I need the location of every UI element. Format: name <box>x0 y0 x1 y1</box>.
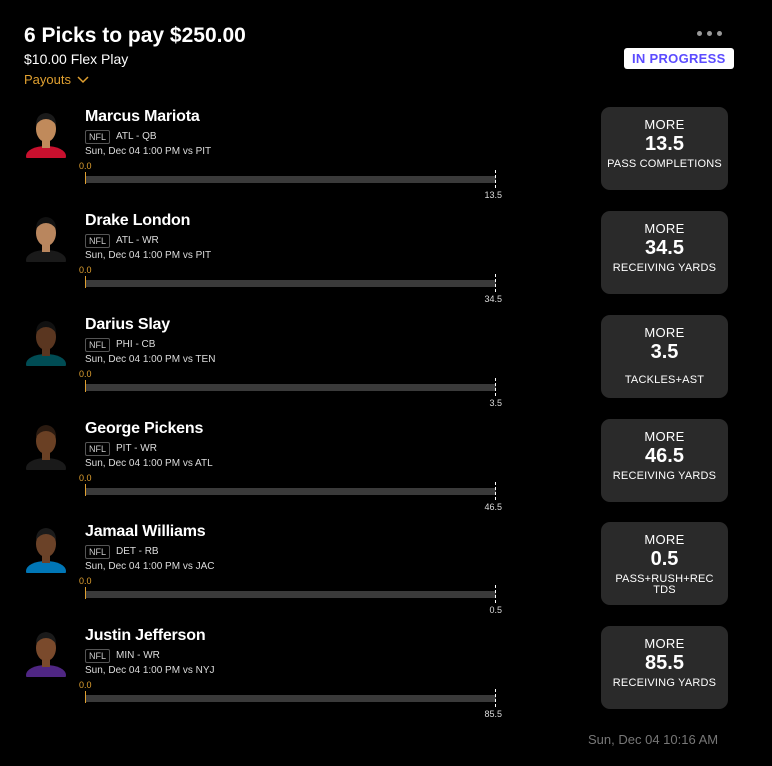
progress-bar <box>86 384 496 391</box>
player-name: Marcus Mariota <box>85 108 200 125</box>
pick-card[interactable]: MORE 0.5 PASS+RUSH+REC TDS <box>601 522 728 605</box>
player-name: Jamaal Williams <box>85 523 206 540</box>
progress-bar <box>86 591 496 598</box>
pick-card[interactable]: MORE 34.5 RECEIVING YARDS <box>601 211 728 294</box>
progress-current: 0.0 <box>79 161 92 171</box>
pick-direction: MORE <box>644 221 685 236</box>
pick-stat: RECEIVING YARDS <box>612 470 717 482</box>
progress-target: 3.5 <box>489 398 502 408</box>
line-marker <box>495 482 496 500</box>
pick-row: Jamaal Williams NFL DET - RB Sun, Dec 04… <box>0 522 772 619</box>
pick-direction: MORE <box>644 325 685 340</box>
progress-marker <box>85 691 86 703</box>
line-marker <box>495 378 496 396</box>
progress-target: 0.5 <box>489 605 502 615</box>
status-badge: IN PROGRESS <box>624 48 734 69</box>
pick-line: 0.5 <box>650 548 679 570</box>
game-time: Sun, Dec 04 1:00 PM vs ATL <box>85 458 213 469</box>
team-position: DET - RB <box>116 546 159 557</box>
player-avatar <box>24 212 68 262</box>
pick-stat: PASS COMPLETIONS <box>607 158 722 170</box>
pick-row: Justin Jefferson NFL MIN - WR Sun, Dec 0… <box>0 626 772 723</box>
team-position: ATL - QB <box>116 131 157 142</box>
progress-marker <box>85 172 86 184</box>
pick-direction: MORE <box>644 429 685 444</box>
league-tag: NFL <box>85 649 111 663</box>
game-time: Sun, Dec 04 1:00 PM vs NYJ <box>85 665 215 676</box>
player-name: Drake London <box>85 212 191 229</box>
team-position: MIN - WR <box>116 650 160 661</box>
progress-bar <box>86 488 496 495</box>
player-name: Darius Slay <box>85 316 170 333</box>
player-name: George Pickens <box>85 420 204 437</box>
player-avatar <box>24 420 68 470</box>
line-marker <box>495 170 496 188</box>
progress-bar <box>86 176 496 183</box>
player-name: Justin Jefferson <box>85 627 206 644</box>
player-avatar <box>24 108 68 158</box>
progress-current: 0.0 <box>79 680 92 690</box>
pick-direction: MORE <box>644 636 685 651</box>
pick-card[interactable]: MORE 3.5 TACKLES+AST <box>601 315 728 398</box>
slip-subtitle: $10.00 Flex Play <box>24 51 129 67</box>
pick-line: 46.5 <box>645 445 684 467</box>
pick-stat: PASS+RUSH+REC TDS <box>615 573 714 596</box>
league-tag: NFL <box>85 234 111 248</box>
progress-bar <box>86 695 496 702</box>
pick-stat: RECEIVING YARDS <box>612 262 717 274</box>
progress-current: 0.0 <box>79 576 92 586</box>
slip-title: 6 Picks to pay $250.00 <box>24 24 246 47</box>
pick-stat: TACKLES+AST <box>624 374 705 386</box>
payouts-toggle[interactable]: Payouts <box>24 72 89 87</box>
progress-marker <box>85 380 86 392</box>
pick-direction: MORE <box>644 117 685 132</box>
pick-row: Darius Slay NFL PHI - CB Sun, Dec 04 1:0… <box>0 315 772 412</box>
pick-line: 3.5 <box>650 341 679 363</box>
pick-line: 13.5 <box>645 133 684 155</box>
game-time: Sun, Dec 04 1:00 PM vs PIT <box>85 146 212 157</box>
pick-card[interactable]: MORE 46.5 RECEIVING YARDS <box>601 419 728 502</box>
team-position: PIT - WR <box>116 443 157 454</box>
player-avatar <box>24 627 68 677</box>
progress-bar <box>86 280 496 287</box>
line-marker <box>495 274 496 292</box>
progress-target: 85.5 <box>484 709 502 719</box>
game-time: Sun, Dec 04 1:00 PM vs PIT <box>85 250 212 261</box>
progress-current: 0.0 <box>79 265 92 275</box>
progress-target: 46.5 <box>484 502 502 512</box>
player-avatar <box>24 523 68 573</box>
game-time: Sun, Dec 04 1:00 PM vs JAC <box>85 561 215 572</box>
progress-marker <box>85 484 86 496</box>
pick-card[interactable]: MORE 85.5 RECEIVING YARDS <box>601 626 728 709</box>
league-tag: NFL <box>85 442 111 456</box>
progress-marker <box>85 587 86 599</box>
pick-stat: RECEIVING YARDS <box>612 677 717 689</box>
pick-direction: MORE <box>644 532 685 547</box>
league-tag: NFL <box>85 338 111 352</box>
payouts-label: Payouts <box>24 72 71 87</box>
pick-row: Drake London NFL ATL - WR Sun, Dec 04 1:… <box>0 211 772 308</box>
league-tag: NFL <box>85 130 111 144</box>
slip-timestamp: Sun, Dec 04 10:16 AM <box>588 732 719 747</box>
pick-card[interactable]: MORE 13.5 PASS COMPLETIONS <box>601 107 728 190</box>
pick-row: Marcus Mariota NFL ATL - QB Sun, Dec 04 … <box>0 107 772 204</box>
team-position: PHI - CB <box>116 339 156 350</box>
pick-line: 85.5 <box>645 652 684 674</box>
line-marker <box>495 689 496 707</box>
more-options-icon[interactable] <box>697 26 731 40</box>
progress-current: 0.0 <box>79 369 92 379</box>
progress-current: 0.0 <box>79 473 92 483</box>
slip-header: 6 Picks to pay $250.00 $10.00 Flex Play … <box>24 24 744 94</box>
league-tag: NFL <box>85 545 111 559</box>
game-time: Sun, Dec 04 1:00 PM vs TEN <box>85 354 216 365</box>
progress-marker <box>85 276 86 288</box>
line-marker <box>495 585 496 603</box>
player-avatar <box>24 316 68 366</box>
team-position: ATL - WR <box>116 235 159 246</box>
chevron-down-icon <box>77 75 89 83</box>
pick-line: 34.5 <box>645 237 684 259</box>
progress-target: 34.5 <box>484 294 502 304</box>
progress-target: 13.5 <box>484 190 502 200</box>
pick-row: George Pickens NFL PIT - WR Sun, Dec 04 … <box>0 419 772 516</box>
